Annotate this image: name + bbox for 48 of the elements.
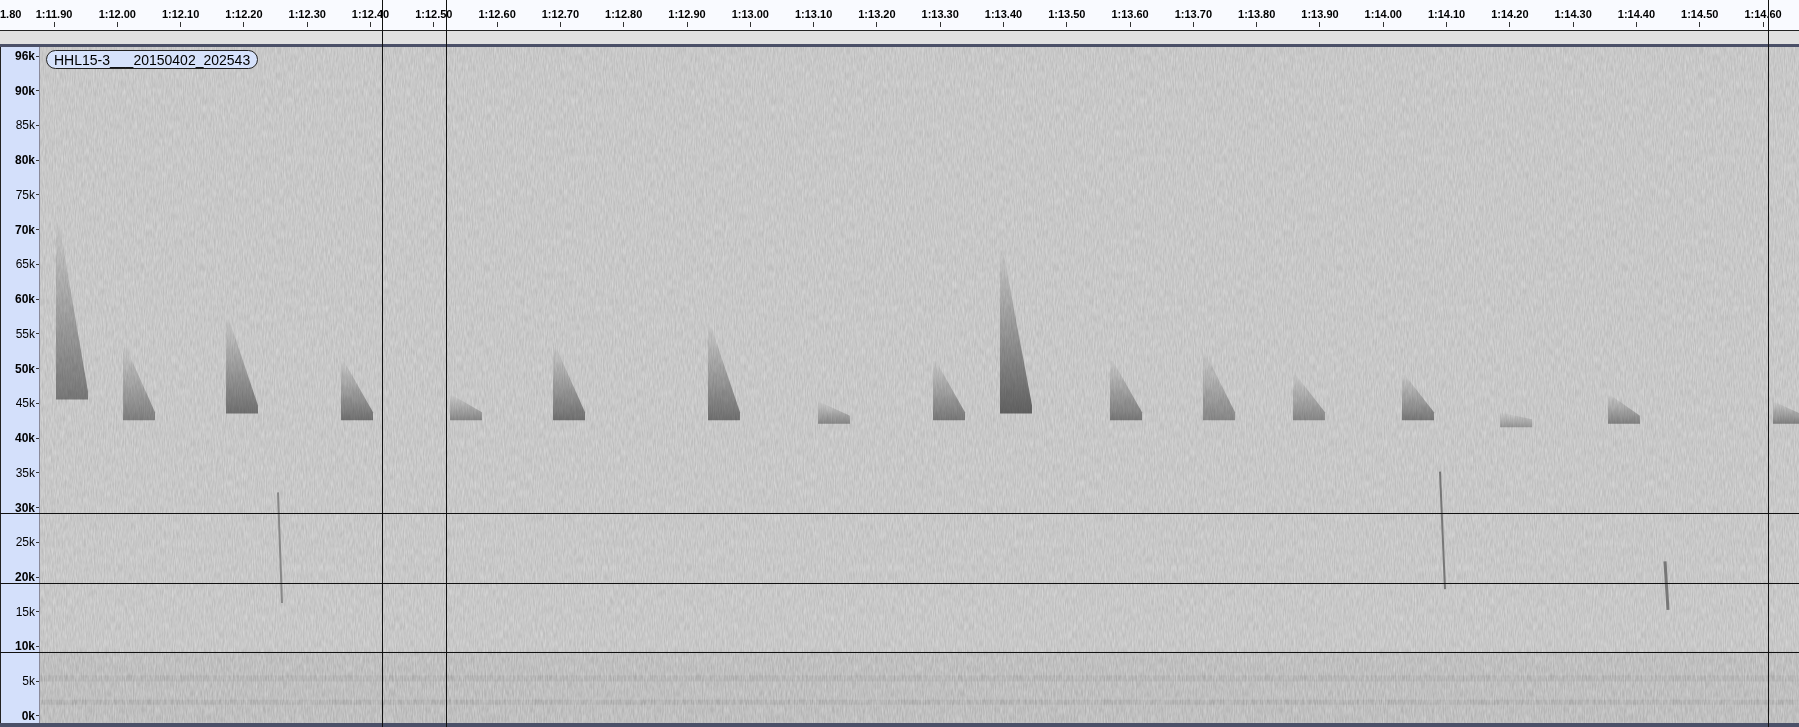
track-name-label[interactable]: HHL15-3___20150402_202543 [46,50,259,69]
frequency-label: 65k [15,258,35,271]
frequency-label: 15k [15,605,35,618]
time-label: 1:14.30 [1554,9,1592,20]
time-label: 1:12.70 [541,9,580,20]
time-label: 1.80 [0,9,22,20]
frequency-label: 10k [14,640,35,653]
time-label: 1:13.60 [1111,9,1149,20]
time-label: 1:14.40 [1617,9,1656,20]
time-label: 1:11.90 [35,9,73,20]
frequency-label: 75k [15,188,35,201]
frequency-label: 60k [14,293,35,306]
frequency-label: 70k [14,223,35,236]
time-label: 1:12.80 [605,9,643,20]
time-label: 1:14.00 [1364,9,1402,20]
time-label: 1:12.90 [668,9,706,20]
time-label: 1:12.20 [225,9,263,20]
frequency-label: 20k [14,571,35,583]
frequency-label: 5k [22,675,35,688]
frequency-label: 25k [15,536,35,549]
frequency-label: 90k [14,84,35,97]
frequency-label: 45k [15,397,35,410]
frequency-label: 40k [14,432,35,445]
time-label: 1:13.90 [1301,9,1339,20]
time-label: 1:13.20 [858,9,896,20]
time-label: 1:12.60 [478,9,516,20]
frequency-label: 96k [14,50,35,62]
frequency-label: 35k [15,466,35,479]
frequency-label: 50k [14,362,35,375]
time-label: 1:13.30 [921,9,959,20]
time-label: 1:12.10 [161,9,200,20]
time-label: 1:13.00 [731,9,769,20]
time-label: 1:13.10 [794,9,833,20]
time-ruler[interactable] [0,0,1799,31]
time-label: 1:13.50 [1048,9,1086,20]
time-label: 1:13.70 [1174,9,1213,20]
frequency-label: 0k [21,709,35,722]
frequency-label: 85k [15,119,35,132]
frequency-label: 55k [15,327,35,340]
time-label: 1:13.40 [984,9,1023,20]
time-label: 1:12.30 [288,9,326,20]
frequency-label: 30k [14,501,35,514]
time-label: 1:13.80 [1238,9,1276,20]
time-label: 1:14.50 [1681,9,1719,20]
time-label: 1:12.00 [98,9,136,20]
time-label: 1:14.20 [1491,9,1529,20]
frequency-label: 80k [14,154,35,167]
time-label: 1:14.10 [1427,9,1466,20]
